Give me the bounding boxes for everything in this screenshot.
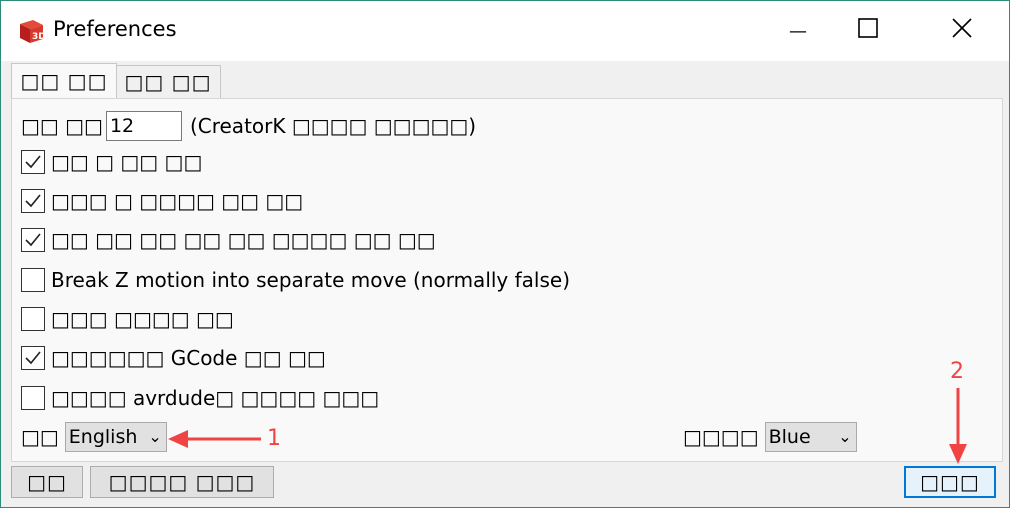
checkbox-3[interactable] [21,228,45,252]
checkbox-row-2[interactable]: □□□ □ □□□□ □□ □□ [21,189,303,213]
maximize-icon [857,17,879,45]
language-select[interactable]: English ⌄ [64,422,167,452]
theme-row: □□□□ Blue ⌄ [683,422,857,452]
checkmark-icon [25,155,41,169]
checkmark-icon [25,351,41,365]
language-value: English [68,426,138,448]
checkbox-5[interactable] [21,307,45,331]
3d-logo-icon: 3D [17,18,46,44]
close-icon [951,17,973,45]
language-label: □□ [21,425,59,449]
checkbox-row-1[interactable]: □□ □ □□ □□ [21,150,202,174]
maximize-button[interactable] [845,11,891,51]
tab-advanced[interactable]: □□ □□ [115,65,221,98]
preferences-window: 3D Preferences — □□ □□ □□ □□ □□ □□ 12 (C… [0,0,1010,508]
checkbox-7[interactable] [21,386,45,410]
checkbox-1[interactable] [21,150,45,174]
checkbox-1-label: □□ □ □□ □□ [51,150,203,174]
checkbox-7-label: □□□□ avrdude□ □□□□ □□□ [51,386,380,410]
title-bar: 3D Preferences — [1,1,1009,61]
window-title: Preferences [53,17,177,41]
annotation-arrow-1 [168,430,261,448]
close-button[interactable] [939,11,985,51]
annotation-label-2: 2 [950,359,964,384]
checkmark-icon [25,233,41,247]
font-size-input[interactable]: 12 [105,111,182,141]
language-row: □□ English ⌄ [21,422,167,452]
theme-select[interactable]: Blue ⌄ [764,422,857,452]
svg-text:3D: 3D [32,32,45,42]
checkbox-row-3[interactable]: □□ □□ □□ □□ □□ □□□□ □□ □□ [21,228,436,252]
checkbox-4-label: Break Z motion into separate move (norma… [51,268,571,292]
checkbox-3-label: □□ □□ □□ □□ □□ □□□□ □□ □□ [51,228,436,252]
minimize-button[interactable]: — [775,11,821,51]
ok-button[interactable]: □□□ [904,466,996,498]
font-size-row: □□ □□ 12 (CreatorK □□□□ □□□□□) [21,111,476,141]
checkbox-row-7[interactable]: □□□□ avrdude□ □□□□ □□□ [21,386,379,410]
chevron-down-icon: ⌄ [838,427,852,446]
checkbox-4[interactable] [21,268,45,292]
checkbox-2-label: □□□ □ □□□□ □□ □□ [51,189,304,213]
checkmark-icon [25,194,41,208]
theme-value: Blue [768,426,811,448]
left-button-2[interactable]: □□□□ □□□ [90,466,274,498]
checkbox-row-4[interactable]: Break Z motion into separate move (norma… [21,268,570,292]
font-size-label: □□ □□ [21,114,103,138]
left-button-1[interactable]: □□ [11,466,83,498]
checkbox-6-label: □□□□□□ GCode □□ □□ [51,346,326,370]
annotation-label-1: 1 [267,426,281,451]
tab-general[interactable]: □□ □□ [11,63,117,98]
chevron-down-icon: ⌄ [148,427,162,446]
minimize-icon: — [789,20,807,42]
checkbox-2[interactable] [21,189,45,213]
checkbox-row-6[interactable]: □□□□□□ GCode □□ □□ [21,346,326,370]
annotation-arrow-2 [949,388,967,464]
checkbox-row-5[interactable]: □□□ □□□□ □□ [21,307,234,331]
font-size-note: (CreatorK □□□□ □□□□□) [189,114,477,138]
theme-label: □□□□ [683,425,759,449]
checkbox-6[interactable] [21,346,45,370]
checkbox-5-label: □□□ □□□□ □□ [51,307,234,331]
